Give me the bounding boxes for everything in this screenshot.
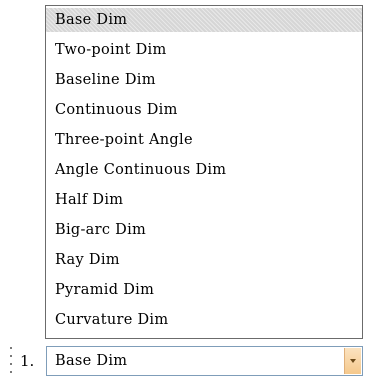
toolbar-grip-icon[interactable] [8, 347, 14, 377]
list-item-three-point-angle[interactable]: Three-point Angle [46, 128, 362, 152]
list-item-ray-dim[interactable]: Ray Dim [46, 248, 362, 272]
list-item-base-dim[interactable]: Base Dim [46, 8, 362, 32]
list-item-pyramid-dim[interactable]: Pyramid Dim [46, 278, 362, 302]
step-number-label: 1. [20, 352, 35, 370]
dimension-type-combo-box[interactable]: Base Dim [46, 346, 363, 376]
combo-selected-value: Base Dim [55, 353, 128, 369]
dimension-type-dropdown-list[interactable]: Base Dim Two-point Dim Baseline Dim Cont… [45, 5, 363, 339]
list-item-baseline-dim[interactable]: Baseline Dim [46, 68, 362, 92]
list-item-two-point-dim[interactable]: Two-point Dim [46, 38, 362, 62]
chevron-down-icon [350, 359, 356, 363]
list-item-curvature-dim[interactable]: Curvature Dim [46, 308, 362, 332]
list-item-half-dim[interactable]: Half Dim [46, 188, 362, 212]
list-item-big-arc-dim[interactable]: Big-arc Dim [46, 218, 362, 242]
list-item-continuous-dim[interactable]: Continuous Dim [46, 98, 362, 122]
list-item-angle-continuous-dim[interactable]: Angle Continuous Dim [46, 158, 362, 182]
combo-dropdown-button[interactable] [344, 348, 361, 374]
